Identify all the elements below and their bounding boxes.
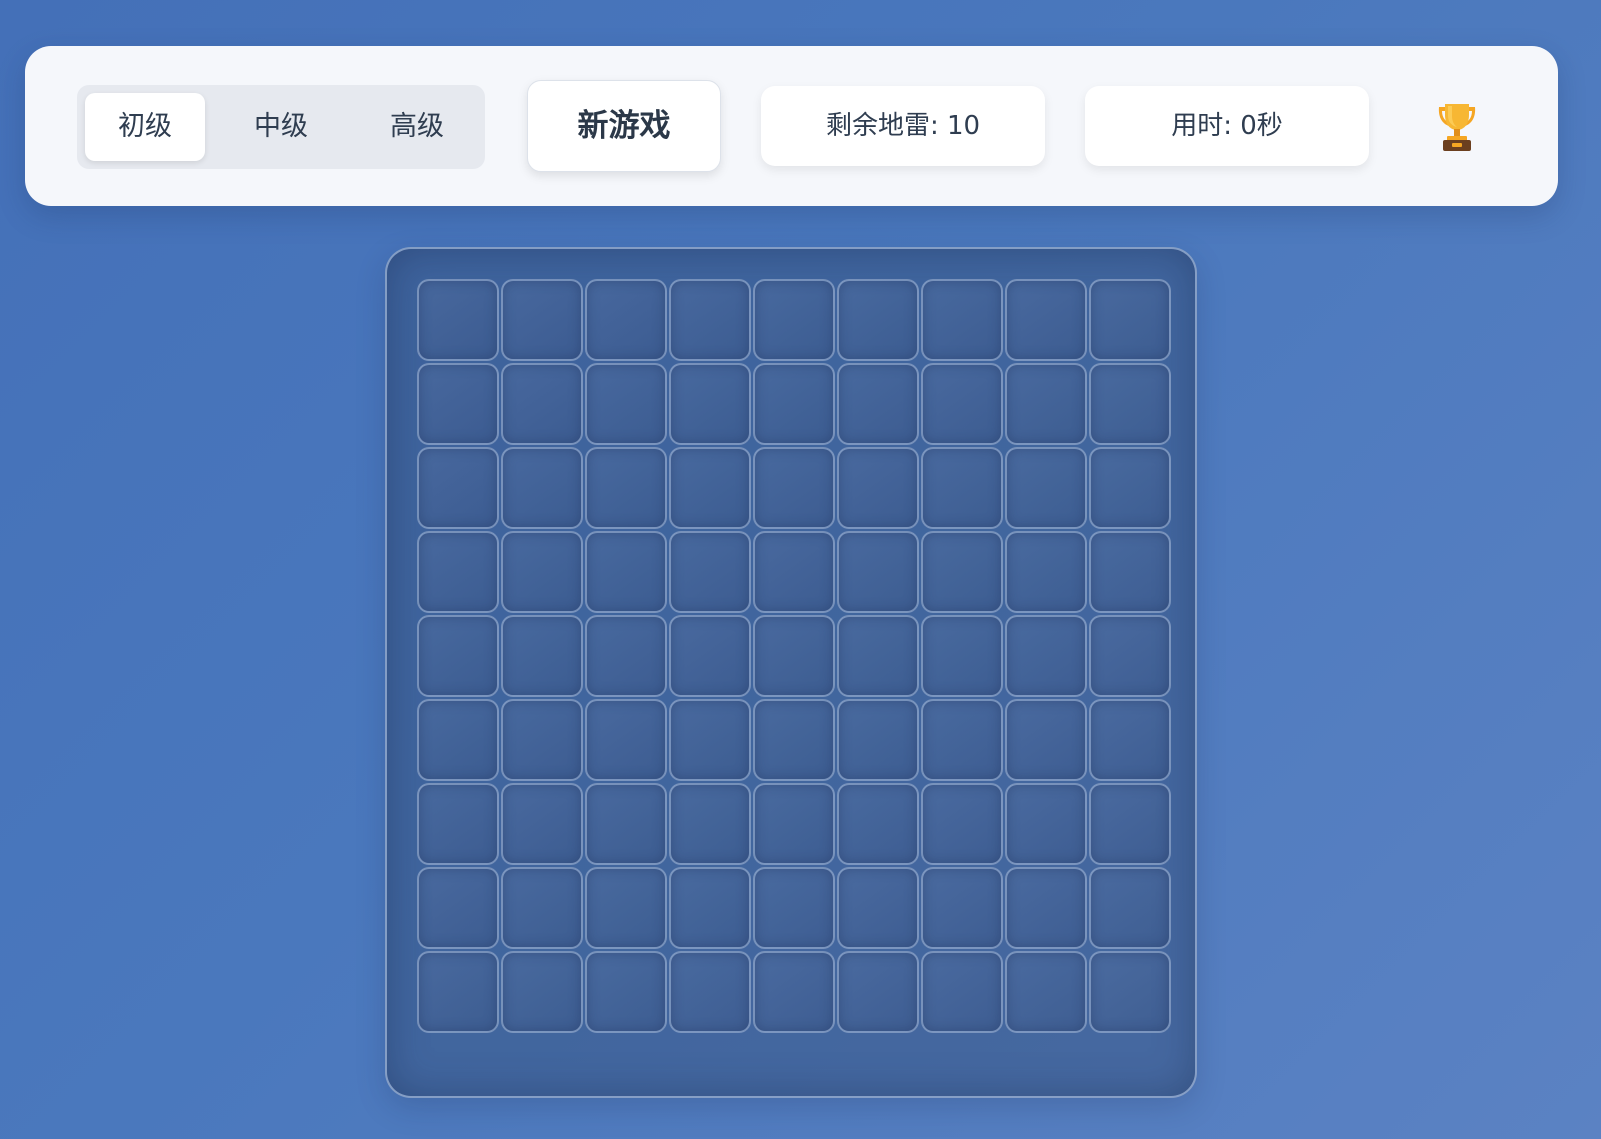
board-cell[interactable] xyxy=(921,279,1003,361)
board-cell[interactable] xyxy=(753,279,835,361)
board-cell[interactable] xyxy=(921,699,1003,781)
board-cell[interactable] xyxy=(585,279,667,361)
board-cell[interactable] xyxy=(501,531,583,613)
board-cell[interactable] xyxy=(1005,951,1087,1033)
board-cell[interactable] xyxy=(1089,783,1171,865)
board-cell[interactable] xyxy=(753,699,835,781)
board-cell[interactable] xyxy=(669,615,751,697)
board-cell[interactable] xyxy=(501,447,583,529)
board-cell[interactable] xyxy=(669,279,751,361)
board-cell[interactable] xyxy=(585,699,667,781)
new-game-button[interactable]: 新游戏 xyxy=(527,80,721,172)
board-cell[interactable] xyxy=(501,279,583,361)
board-cell[interactable] xyxy=(1089,363,1171,445)
difficulty-beginner-button[interactable]: 初级 xyxy=(85,93,205,161)
board-cell[interactable] xyxy=(1005,279,1087,361)
board-cell[interactable] xyxy=(501,867,583,949)
board-cell[interactable] xyxy=(837,531,919,613)
board-cell[interactable] xyxy=(417,867,499,949)
board-cell[interactable] xyxy=(753,363,835,445)
board-cell[interactable] xyxy=(585,447,667,529)
board-cell[interactable] xyxy=(837,867,919,949)
board-cell[interactable] xyxy=(669,951,751,1033)
board-cell[interactable] xyxy=(585,867,667,949)
difficulty-selector: 初级 中级 高级 xyxy=(77,85,485,169)
board-cell[interactable] xyxy=(669,363,751,445)
board-cell[interactable] xyxy=(921,363,1003,445)
board-cell[interactable] xyxy=(501,783,583,865)
board-cell[interactable] xyxy=(669,531,751,613)
board-cell[interactable] xyxy=(417,279,499,361)
board-cell[interactable] xyxy=(501,363,583,445)
board-cell[interactable] xyxy=(585,951,667,1033)
board-cell[interactable] xyxy=(921,867,1003,949)
board-cell[interactable] xyxy=(753,447,835,529)
board-cell[interactable] xyxy=(669,447,751,529)
board-cell[interactable] xyxy=(1089,447,1171,529)
board-cell[interactable] xyxy=(669,783,751,865)
board-cell[interactable] xyxy=(501,699,583,781)
board-cell[interactable] xyxy=(1005,783,1087,865)
board-cell[interactable] xyxy=(837,363,919,445)
board-cell[interactable] xyxy=(837,615,919,697)
board-cell[interactable] xyxy=(753,531,835,613)
board-cell[interactable] xyxy=(837,951,919,1033)
board-cell[interactable] xyxy=(837,699,919,781)
board-cell[interactable] xyxy=(1005,867,1087,949)
board-cell[interactable] xyxy=(669,867,751,949)
board-cell[interactable] xyxy=(417,951,499,1033)
board-cell[interactable] xyxy=(753,783,835,865)
board-cell[interactable] xyxy=(1005,615,1087,697)
board-cell[interactable] xyxy=(921,447,1003,529)
board-cell[interactable] xyxy=(837,447,919,529)
board-cell[interactable] xyxy=(753,867,835,949)
board-cell[interactable] xyxy=(417,783,499,865)
board-cell[interactable] xyxy=(669,699,751,781)
board-cell[interactable] xyxy=(921,615,1003,697)
difficulty-intermediate-button[interactable]: 中级 xyxy=(221,93,341,161)
board-cell[interactable] xyxy=(1089,279,1171,361)
board-cell[interactable] xyxy=(1005,363,1087,445)
timer-display: 用时: 0秒 xyxy=(1085,86,1369,166)
board-cell[interactable] xyxy=(1005,447,1087,529)
board-cell[interactable] xyxy=(501,615,583,697)
toolbar: 初级 中级 高级 新游戏 剩余地雷: 10 用时: 0秒 xyxy=(25,46,1558,206)
mines-remaining-counter: 剩余地雷: 10 xyxy=(761,86,1045,166)
board-cell[interactable] xyxy=(501,951,583,1033)
board-cell[interactable] xyxy=(417,447,499,529)
game-board xyxy=(385,247,1197,1098)
board-cell[interactable] xyxy=(753,951,835,1033)
board-cell[interactable] xyxy=(585,363,667,445)
board-cell[interactable] xyxy=(753,615,835,697)
board-cell[interactable] xyxy=(1005,699,1087,781)
board-cell[interactable] xyxy=(1089,867,1171,949)
board-cell[interactable] xyxy=(585,615,667,697)
board-cell[interactable] xyxy=(1089,951,1171,1033)
board-cell[interactable] xyxy=(921,951,1003,1033)
board-cell[interactable] xyxy=(837,783,919,865)
board-cell[interactable] xyxy=(585,783,667,865)
trophy-icon[interactable] xyxy=(1433,101,1481,153)
board-cell[interactable] xyxy=(837,279,919,361)
board-cell[interactable] xyxy=(585,531,667,613)
board-cell[interactable] xyxy=(1089,531,1171,613)
board-cell[interactable] xyxy=(921,531,1003,613)
board-cell[interactable] xyxy=(1005,531,1087,613)
board-cell[interactable] xyxy=(1089,615,1171,697)
board-cell[interactable] xyxy=(1089,699,1171,781)
board-cell[interactable] xyxy=(417,615,499,697)
board-cell[interactable] xyxy=(417,699,499,781)
board-cell[interactable] xyxy=(921,783,1003,865)
board-cell[interactable] xyxy=(417,531,499,613)
difficulty-expert-button[interactable]: 高级 xyxy=(357,93,477,161)
minefield-grid xyxy=(417,279,1171,1033)
board-cell[interactable] xyxy=(417,363,499,445)
